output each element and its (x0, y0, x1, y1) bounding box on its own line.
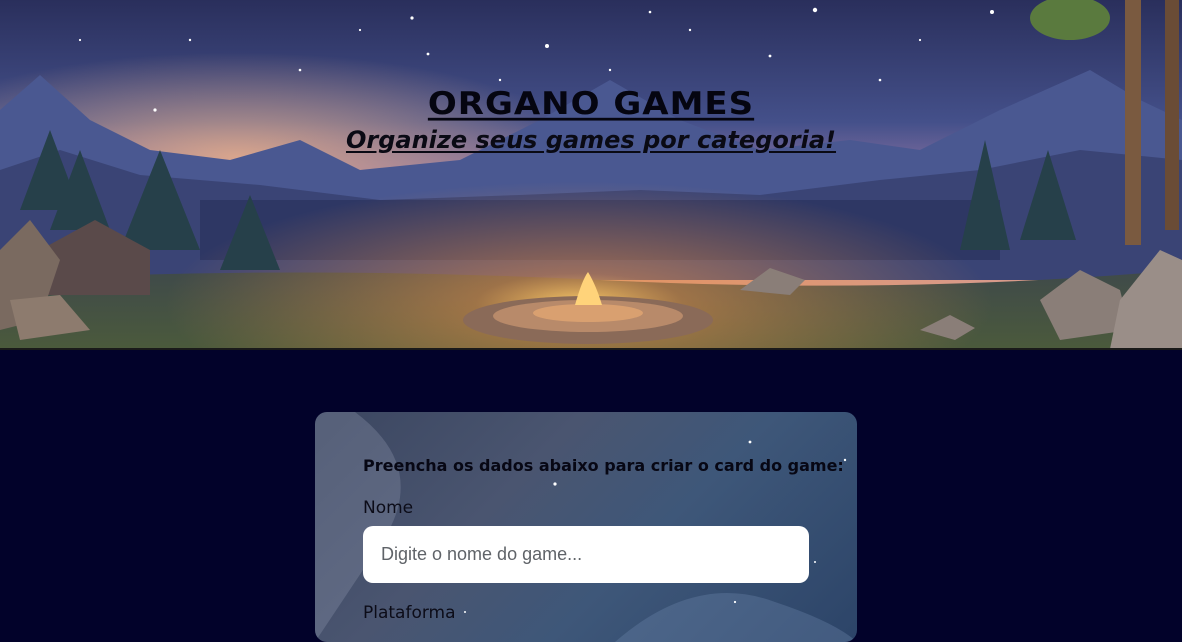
form-heading: Preencha os dados abaixo para criar o ca… (363, 456, 844, 475)
page-title: ORGANO GAMES (427, 85, 755, 123)
platform-field-label: Plataforma (363, 603, 456, 623)
campfire-landscape-illustration (0, 0, 1182, 349)
name-field-label: Nome (363, 498, 414, 518)
header-banner: ORGANO GAMES Organize seus games por cat… (0, 0, 1182, 349)
page-subtitle: Organize seus games por categoria! (345, 126, 837, 154)
name-input[interactable] (363, 526, 809, 583)
game-form: Preencha os dados abaixo para criar o ca… (315, 412, 857, 642)
